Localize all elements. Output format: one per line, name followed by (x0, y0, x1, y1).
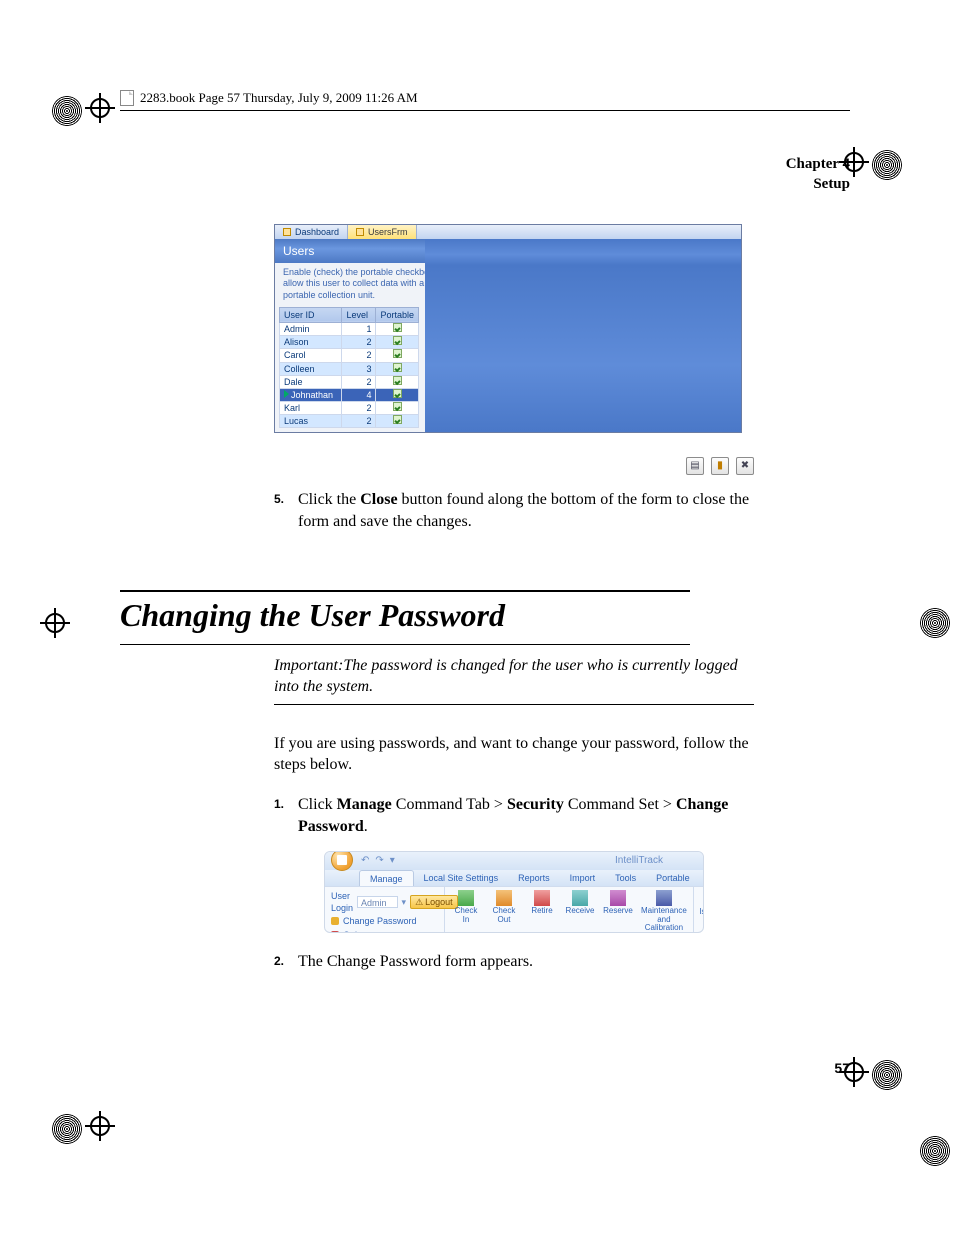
ribbon-tab-strip: ManageLocal Site SettingsReportsImportTo… (325, 870, 703, 886)
tab-icon (356, 228, 364, 236)
user-login-label: User Login (331, 890, 353, 914)
step-number: 5. (274, 491, 284, 507)
users-form-screenshot: Dashboard UsersFrm Users Enable (check) … (274, 224, 742, 433)
ribbon-button-reserve[interactable]: Reserve (603, 890, 633, 915)
col-portable[interactable]: Portable (376, 307, 419, 322)
ribbon-button-issues[interactable]: Issues (700, 890, 704, 918)
group-label: Stock (700, 920, 704, 931)
table-row[interactable]: Dale2 (280, 375, 419, 388)
ribbon-tab-reports[interactable]: Reports (508, 870, 560, 886)
step-text: Click Manage Command Tab > Security Comm… (298, 796, 728, 835)
portable-checkbox[interactable] (393, 376, 402, 385)
users-table: User ID Level Portable Admin1Alison2Caro… (279, 307, 419, 428)
group-security: User Login Admin ▾ ⚠ Logout Change Passw… (325, 887, 445, 932)
step-number: 1. (274, 796, 284, 812)
group-checkin: CheckIn CheckOut Retire Receive Reserve Maint… (445, 887, 694, 932)
ribbon-tab-local-site-settings[interactable]: Local Site Settings (414, 870, 509, 886)
ribbon-tab-manage[interactable]: Manage (359, 870, 414, 886)
step-text: The Change Password form appears. (298, 953, 533, 970)
check-in-icon (458, 890, 474, 906)
portable-checkbox[interactable] (393, 363, 402, 372)
maintenance-and-calibration-icon (656, 890, 672, 906)
table-row[interactable]: Carol2 (280, 349, 419, 362)
registration-mark (52, 1114, 82, 1144)
app-title: IntelliTrack (615, 854, 663, 868)
chapter-title: Setup (120, 175, 850, 195)
step-2: 2. The Change Password form appears. (274, 951, 754, 973)
crop-mark (85, 93, 115, 123)
portable-checkbox[interactable] (393, 389, 402, 398)
intro-paragraph: If you are using passwords, and want to … (274, 733, 754, 776)
table-row[interactable]: Karl2 (280, 401, 419, 414)
registration-mark (872, 150, 902, 180)
step-1: 1. Click Manage Command Tab > Security C… (274, 794, 754, 837)
crop-mark (40, 608, 70, 638)
ribbon-button-check-in[interactable]: CheckIn (451, 890, 481, 924)
portable-checkbox[interactable] (393, 402, 402, 411)
key-icon (331, 917, 339, 925)
undo-icon[interactable]: ↶ (361, 854, 369, 868)
quick-access-toolbar: ↶ ↷ ▾ (361, 854, 395, 868)
section-heading: Changing the User Password (120, 590, 690, 644)
registration-mark (872, 1060, 902, 1090)
tab-bar: Dashboard UsersFrm (275, 225, 741, 239)
table-row[interactable]: Admin1 (280, 323, 419, 336)
col-level[interactable]: Level (342, 307, 376, 322)
chapter-heading: Chapter 4 Setup (120, 155, 850, 194)
ribbon-button-maintenance-and-calibration[interactable]: Maintenanceand Calibration (641, 890, 687, 932)
ribbon-tab-tools[interactable]: Tools (605, 870, 646, 886)
group-stock: IssuesReceipts Stock (694, 887, 704, 932)
tab-dashboard[interactable]: Dashboard (275, 225, 348, 239)
portable-checkbox[interactable] (393, 349, 402, 358)
registration-mark (920, 608, 950, 638)
user-login-field[interactable]: Admin (357, 896, 398, 908)
ribbon-screenshot: ↶ ↷ ▾ IntelliTrack ManageLocal Site Sett… (324, 851, 704, 933)
check-out-icon (496, 890, 512, 906)
logout-icon: ⚠ (415, 896, 423, 908)
retire-icon (534, 890, 550, 906)
receive-icon (572, 890, 588, 906)
sheet-button[interactable]: ▮ (711, 457, 729, 475)
page-icon (120, 90, 134, 106)
office-orb-icon[interactable] (331, 851, 353, 871)
quit-button[interactable]: Quit (331, 929, 438, 934)
portable-checkbox[interactable] (393, 415, 402, 424)
redo-icon[interactable]: ↷ (375, 854, 383, 868)
book-header: 2283.book Page 57 Thursday, July 9, 2009… (120, 90, 850, 111)
step-number: 2. (274, 953, 284, 969)
dropdown-icon[interactable]: ▾ (402, 896, 407, 908)
step-text: Click the Close button found along the b… (298, 491, 749, 530)
registration-mark (920, 1136, 950, 1166)
chapter-number: Chapter 4 (120, 155, 850, 175)
tab-usersfrm[interactable]: UsersFrm (348, 225, 417, 239)
ribbon-button-receive[interactable]: Receive (565, 890, 595, 915)
quit-icon (331, 931, 339, 934)
ribbon-tab-portable[interactable]: Portable (646, 870, 700, 886)
col-userid[interactable]: User ID (280, 307, 342, 322)
close-button[interactable]: ✖ (736, 457, 754, 475)
registration-mark (52, 96, 82, 126)
form-footer-toolbar: ▤ ▮ ✖ (274, 453, 754, 475)
page-number: 57 (834, 1060, 850, 1076)
table-row[interactable]: Lucas2 (280, 415, 419, 428)
group-label: Check In (451, 932, 687, 933)
table-row[interactable]: Colleen3 (280, 362, 419, 375)
change-password-button[interactable]: Change Password (331, 915, 438, 927)
tab-icon (283, 228, 291, 236)
book-header-text: 2283.book Page 57 Thursday, July 9, 2009… (140, 90, 418, 106)
ribbon-button-check-out[interactable]: CheckOut (489, 890, 519, 924)
ribbon-tab-import[interactable]: Import (560, 870, 606, 886)
step-5: 5. Click the Close button found along th… (274, 489, 754, 532)
crop-mark (85, 1111, 115, 1141)
reserve-icon (610, 890, 626, 906)
important-note: Important:The password is changed for th… (274, 655, 754, 705)
portable-checkbox[interactable] (393, 336, 402, 345)
qat-dropdown-icon[interactable]: ▾ (390, 854, 395, 868)
ribbon-button-retire[interactable]: Retire (527, 890, 557, 915)
table-row[interactable]: Alison2 (280, 336, 419, 349)
table-row[interactable]: Johnathan4 (280, 388, 419, 401)
portable-checkbox[interactable] (393, 323, 402, 332)
list-view-button[interactable]: ▤ (686, 457, 704, 475)
